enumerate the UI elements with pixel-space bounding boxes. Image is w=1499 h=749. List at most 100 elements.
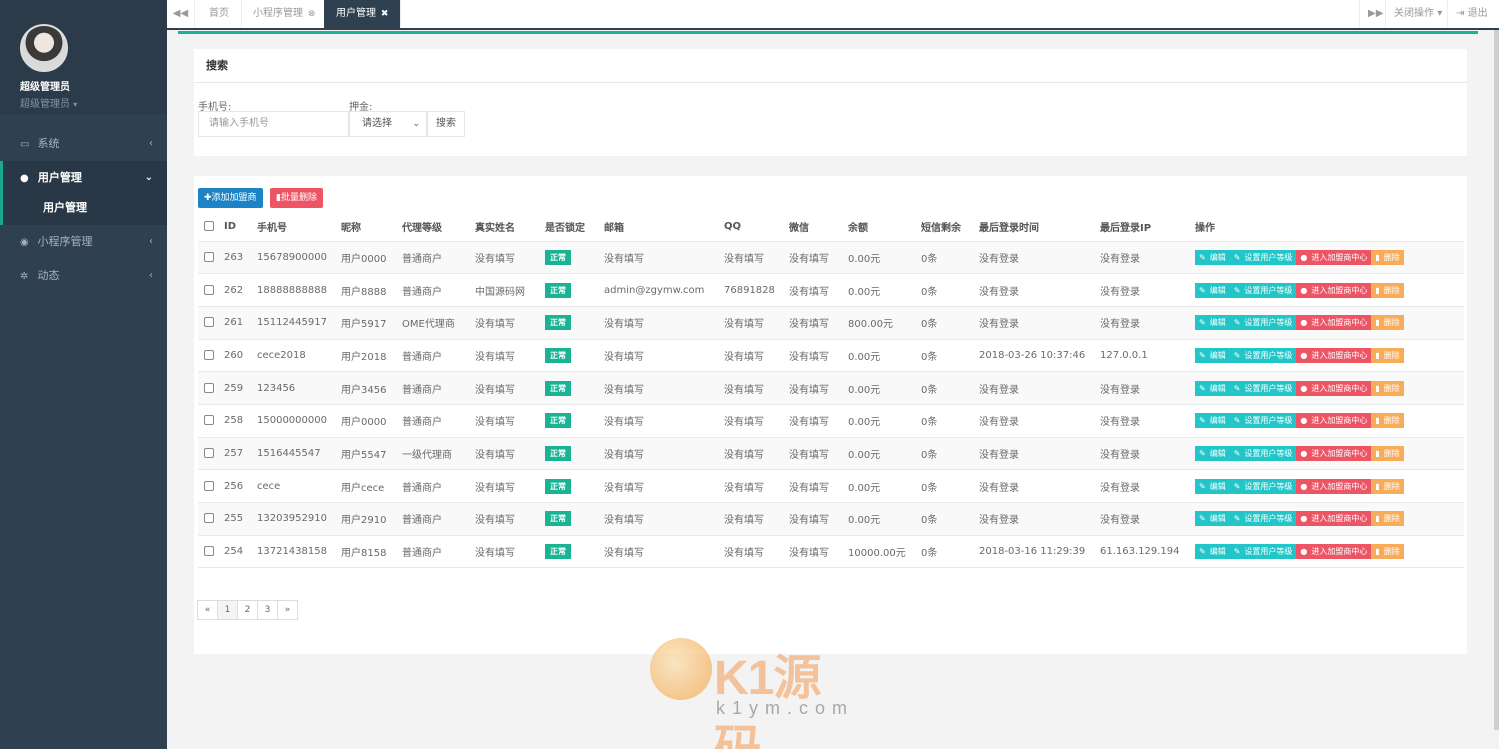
delete-button[interactable]: ▮ 删除 <box>1371 445 1404 461</box>
set-level-button[interactable]: ✎ 设置用户等级 <box>1229 380 1297 396</box>
user-icon: ● <box>1300 481 1308 491</box>
set-level-button[interactable]: ✎ 设置用户等级 <box>1229 544 1297 560</box>
set-level-button[interactable]: ✎ 设置用户等级 <box>1229 347 1297 363</box>
row-checkbox[interactable] <box>204 546 214 557</box>
row-checkbox[interactable] <box>204 480 214 491</box>
edit-button[interactable]: ✎ 编辑 <box>1195 380 1230 396</box>
row-checkbox[interactable] <box>204 317 214 328</box>
col-header[interactable]: 最后登录时间 <box>979 212 1100 242</box>
enter-center-button[interactable]: ● 进入加盟商中心 <box>1296 347 1372 363</box>
delete-button[interactable]: ▮ 删除 <box>1371 315 1404 331</box>
phone-input[interactable]: 请输入手机号 <box>198 111 349 137</box>
page-next[interactable]: » <box>277 600 298 620</box>
delete-button[interactable]: ▮ 删除 <box>1371 478 1404 494</box>
edit-button[interactable]: ✎ 编辑 <box>1195 315 1230 331</box>
edit-button[interactable]: ✎ 编辑 <box>1195 544 1230 560</box>
delete-button[interactable]: ▮ 删除 <box>1371 380 1404 396</box>
col-header[interactable]: 是否锁定 <box>545 212 604 242</box>
sidebar-item-user-management[interactable]: ● 用户管理 ⌄ <box>0 161 167 195</box>
row-checkbox[interactable] <box>204 251 214 262</box>
table-cell: 0.00元 <box>848 339 921 373</box>
table-cell: cece <box>257 469 341 503</box>
profile-role-dropdown[interactable]: 超级管理员 ▾ <box>20 95 167 110</box>
enter-center-button[interactable]: ● 进入加盟商中心 <box>1296 413 1372 429</box>
sidebar-item-dynamic[interactable]: ✲ 动态 ‹ <box>0 259 167 293</box>
trash-icon: ▮ <box>1375 350 1380 360</box>
close-ops-dropdown[interactable]: 关闭操作 ▾ <box>1385 0 1450 28</box>
edit-button[interactable]: ✎ 编辑 <box>1195 478 1230 494</box>
table-cell: 259 <box>224 371 257 405</box>
col-header[interactable]: 昵称 <box>341 212 402 242</box>
close-icon[interactable]: ✖ <box>378 9 389 19</box>
set-level-button[interactable]: ✎ 设置用户等级 <box>1229 511 1297 527</box>
tab-home[interactable]: 首页 <box>197 0 242 28</box>
delete-button[interactable]: ▮ 删除 <box>1371 511 1404 527</box>
edit-button[interactable]: ✎ 编辑 <box>1195 249 1230 265</box>
enter-center-button[interactable]: ● 进入加盟商中心 <box>1296 282 1372 298</box>
sidebar-item-system[interactable]: ▭ 系统 ‹ <box>0 127 167 161</box>
set-level-button[interactable]: ✎ 设置用户等级 <box>1229 413 1297 429</box>
col-header[interactable]: 邮箱 <box>604 212 724 242</box>
set-level-button[interactable]: ✎ 设置用户等级 <box>1229 282 1297 298</box>
enter-center-button[interactable]: ● 进入加盟商中心 <box>1296 478 1372 494</box>
enter-center-button[interactable]: ● 进入加盟商中心 <box>1296 249 1372 265</box>
page-prev[interactable]: « <box>197 600 218 620</box>
deposit-select[interactable]: 请选择 ⌄ <box>349 111 427 137</box>
col-header[interactable]: QQ <box>724 212 789 242</box>
col-header[interactable]: 手机号 <box>257 212 341 242</box>
row-checkbox[interactable] <box>204 349 214 360</box>
edit-button[interactable]: ✎ 编辑 <box>1195 445 1230 461</box>
table-cell: 0条 <box>921 404 979 438</box>
enter-center-button[interactable]: ● 进入加盟商中心 <box>1296 445 1372 461</box>
table-cell: 普通商户 <box>402 241 475 275</box>
delete-button[interactable]: ▮ 删除 <box>1371 544 1404 560</box>
row-checkbox[interactable] <box>204 447 214 458</box>
enter-center-button[interactable]: ● 进入加盟商中心 <box>1296 315 1372 331</box>
enter-center-button[interactable]: ● 进入加盟商中心 <box>1296 544 1372 560</box>
add-franchisee-button[interactable]: ✚添加加盟商 <box>198 188 263 208</box>
sidebar-item-miniapp[interactable]: ◉ 小程序管理 ‹ <box>0 225 167 259</box>
logout-button[interactable]: ⇥ 退出 <box>1447 0 1496 28</box>
edit-button[interactable]: ✎ 编辑 <box>1195 413 1230 429</box>
tab-miniapp[interactable]: 小程序管理 ⊗ <box>241 0 329 28</box>
page-3[interactable]: 3 <box>257 600 278 620</box>
col-header[interactable]: 短信剩余 <box>921 212 979 242</box>
enter-center-button[interactable]: ● 进入加盟商中心 <box>1296 511 1372 527</box>
col-header[interactable]: ID <box>224 212 257 242</box>
edit-button[interactable]: ✎ 编辑 <box>1195 347 1230 363</box>
set-level-button[interactable]: ✎ 设置用户等级 <box>1229 249 1297 265</box>
page-1[interactable]: 1 <box>217 600 238 620</box>
delete-button[interactable]: ▮ 删除 <box>1371 347 1404 363</box>
search-button[interactable]: 搜索 <box>427 111 465 137</box>
delete-button[interactable]: ▮ 删除 <box>1371 282 1404 298</box>
table-cell: 没有填写 <box>789 306 848 340</box>
delete-button[interactable]: ▮ 删除 <box>1371 249 1404 265</box>
row-checkbox[interactable] <box>204 513 214 524</box>
col-header[interactable]: 微信 <box>789 212 848 242</box>
col-header[interactable]: 真实姓名 <box>475 212 545 242</box>
tabs-scroll-left-icon[interactable]: ◀◀ <box>167 0 195 28</box>
avatar[interactable] <box>20 24 68 72</box>
close-icon[interactable]: ⊗ <box>305 9 316 19</box>
page-2[interactable]: 2 <box>237 600 258 620</box>
batch-delete-button[interactable]: ▮批量删除 <box>270 188 323 208</box>
set-level-label: 设置用户等级 <box>1244 481 1293 491</box>
edit-button[interactable]: ✎ 编辑 <box>1195 511 1230 527</box>
delete-button[interactable]: ▮ 删除 <box>1371 413 1404 429</box>
row-checkbox[interactable] <box>204 382 214 393</box>
tab-users[interactable]: 用户管理 ✖ <box>324 0 402 28</box>
row-checkbox[interactable] <box>204 284 214 295</box>
sidebar-subitem-user-management[interactable]: 用户管理 <box>0 195 167 225</box>
set-level-button[interactable]: ✎ 设置用户等级 <box>1229 478 1297 494</box>
edit-button[interactable]: ✎ 编辑 <box>1195 282 1230 298</box>
row-checkbox[interactable] <box>204 415 214 426</box>
table-cell: 用户8888 <box>341 273 402 307</box>
col-header[interactable]: 最后登录IP <box>1100 212 1195 242</box>
col-header[interactable]: 代理等级 <box>402 212 475 242</box>
scrollbar[interactable] <box>1494 30 1499 730</box>
select-all-checkbox[interactable] <box>204 220 214 231</box>
set-level-button[interactable]: ✎ 设置用户等级 <box>1229 445 1297 461</box>
set-level-button[interactable]: ✎ 设置用户等级 <box>1229 315 1297 331</box>
col-header[interactable]: 余额 <box>848 212 921 242</box>
enter-center-button[interactable]: ● 进入加盟商中心 <box>1296 380 1372 396</box>
